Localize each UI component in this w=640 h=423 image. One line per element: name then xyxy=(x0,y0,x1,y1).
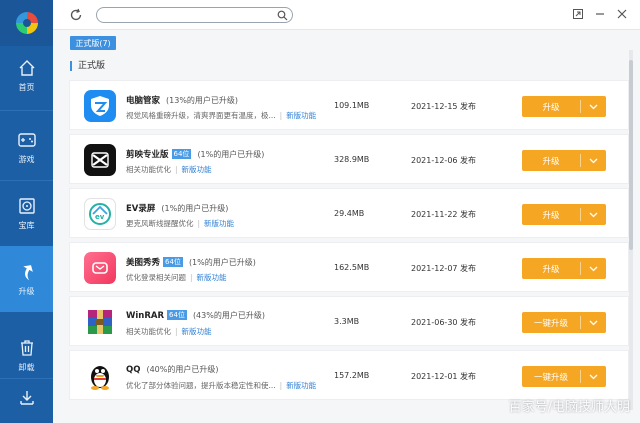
upgrade-button[interactable]: 升级 xyxy=(522,204,606,225)
upgrade-arrow-icon xyxy=(17,262,37,282)
app-description: 优化了部分体验问题，提升版本稳定性和使... xyxy=(126,381,276,390)
list-item: 剪映专业版 64位 (1%的用户已升级) 相关功能优化 | 新版功能 328.9MB 2… xyxy=(69,134,629,184)
upgrade-button[interactable]: 升级 xyxy=(522,96,606,117)
bitness-badge: 64位 xyxy=(167,310,187,320)
app-name: 剪映专业版 xyxy=(126,150,169,160)
sidebar-item-download[interactable] xyxy=(0,378,53,422)
pin-window-icon[interactable] xyxy=(572,8,584,20)
release-date: 2021-12-01 发布 xyxy=(411,372,477,381)
scrollbar[interactable] xyxy=(629,50,633,410)
tab-release[interactable]: 正式版(7) xyxy=(70,36,116,50)
sidebar: 首页 游戏 宝库 升级 卸载 xyxy=(0,0,53,423)
new-features-link[interactable]: 新版功能 xyxy=(286,111,316,120)
section-title: 正式版 xyxy=(70,61,105,71)
app-list: 电脑管家 (13%的用户已升级) 视觉风格重磅升级，清爽界面更有温度，极... | 新… xyxy=(69,80,629,423)
list-item: 美图秀秀 64位 (1%的用户已升级) 优化登录相关问题 | 新版功能 162.5MB … xyxy=(69,242,629,292)
upgrade-button[interactable]: 升级 xyxy=(522,150,606,171)
upgrade-button[interactable]: 升级 xyxy=(522,258,606,279)
app-description: 优化登录相关问题 xyxy=(126,273,186,282)
chevron-down-icon[interactable] xyxy=(581,312,606,333)
sidebar-item-label: 首页 xyxy=(18,82,35,92)
release-date: 2021-12-06 发布 xyxy=(411,156,477,165)
upgrade-ratio: (1%的用户已升级) xyxy=(161,204,229,213)
file-size: 109.1MB xyxy=(334,101,370,110)
app-description: 视觉风格重磅升级，清爽界面更有温度，极... xyxy=(126,111,276,120)
gamepad-icon xyxy=(17,130,37,150)
logo-icon xyxy=(15,12,38,34)
upgrade-ratio: (1%的用户已升级) xyxy=(188,258,256,267)
bitness-badge: 64位 xyxy=(171,149,192,159)
winrar-icon xyxy=(84,306,116,338)
release-date: 2021-12-07 发布 xyxy=(411,264,477,273)
home-icon xyxy=(17,58,37,78)
svg-text:ev: ev xyxy=(95,213,105,221)
list-item: ev EV录屏 (1%的用户已升级) 更克风断线提醒优化 | 新版功能 29.4MB … xyxy=(69,188,629,238)
close-icon[interactable] xyxy=(616,8,628,20)
sidebar-item-label: 宝库 xyxy=(18,220,35,230)
app-name: EV录屏 xyxy=(126,204,156,214)
capcut-icon xyxy=(84,144,116,176)
list-item: 电脑管家 (13%的用户已升级) 视觉风格重磅升级，清爽界面更有温度，极... | 新… xyxy=(69,80,629,130)
qq-penguin-icon xyxy=(84,360,116,392)
chevron-down-icon[interactable] xyxy=(581,96,606,117)
chevron-down-icon[interactable] xyxy=(581,204,606,225)
search-box[interactable] xyxy=(96,7,293,23)
new-features-link[interactable]: 新版功能 xyxy=(182,165,212,174)
watermark-text: 百家号/电脑技师大明 xyxy=(508,400,630,415)
app-name: 美图秀秀 xyxy=(126,258,161,268)
download-icon xyxy=(17,388,37,408)
new-features-link[interactable]: 新版功能 xyxy=(286,381,316,390)
app-name: QQ xyxy=(126,365,141,375)
sidebar-item-label: 游戏 xyxy=(18,154,35,164)
sidebar-item-label: 升级 xyxy=(18,286,35,296)
refresh-icon[interactable] xyxy=(69,8,83,22)
upgrade-ratio: (13%的用户已升级) xyxy=(166,96,239,105)
sidebar-item-upgrade[interactable]: 升级 xyxy=(0,246,53,312)
release-date: 2021-11-22 发布 xyxy=(411,210,477,219)
top-bar xyxy=(53,0,640,30)
scroll-thumb[interactable] xyxy=(629,60,633,250)
app-logo xyxy=(0,0,53,46)
ev-recorder-icon: ev xyxy=(84,198,116,230)
app-name: WinRAR xyxy=(126,311,165,321)
sidebar-item-library[interactable]: 宝库 xyxy=(0,186,53,240)
chevron-down-icon[interactable] xyxy=(581,258,606,279)
disc-icon xyxy=(17,196,37,216)
trash-icon xyxy=(17,338,37,358)
app-description: 相关功能优化 xyxy=(126,327,171,336)
meitu-icon xyxy=(84,252,116,284)
app-name: 电脑管家 xyxy=(126,96,161,106)
file-size: 29.4MB xyxy=(334,209,365,218)
sidebar-item-label: 卸载 xyxy=(18,362,35,372)
release-date: 2021-06-30 发布 xyxy=(411,318,477,327)
bitness-badge: 64位 xyxy=(163,257,183,267)
minimize-icon[interactable] xyxy=(594,8,606,20)
sidebar-item-games[interactable]: 游戏 xyxy=(0,120,53,174)
file-size: 3.3MB xyxy=(334,317,360,326)
upgrade-ratio: (1%的用户已升级) xyxy=(197,150,265,159)
release-date: 2021-12-15 发布 xyxy=(411,102,477,111)
one-click-upgrade-button[interactable]: 一键升级 xyxy=(522,312,606,333)
app-description: 更克风断线提醒优化 xyxy=(126,219,194,228)
new-features-link[interactable]: 新版功能 xyxy=(204,219,234,228)
sidebar-item-uninstall[interactable]: 卸载 xyxy=(0,328,53,382)
search-icon[interactable] xyxy=(277,10,288,21)
upgrade-ratio: (43%的用户已升级) xyxy=(192,311,265,320)
sidebar-item-home[interactable]: 首页 xyxy=(0,48,53,102)
search-input[interactable] xyxy=(103,9,273,21)
file-size: 162.5MB xyxy=(334,263,370,272)
list-item: QQ (40%的用户已升级) 优化了部分体验问题，提升版本稳定性和使... | 新版功… xyxy=(69,350,629,400)
one-click-upgrade-button[interactable]: 一键升级 xyxy=(522,366,606,387)
tencent-pc-manager-icon xyxy=(84,90,116,122)
new-features-link[interactable]: 新版功能 xyxy=(197,273,227,282)
list-item: WinRAR 64位 (43%的用户已升级) 相关功能优化 | 新版功能 3.3MB 2… xyxy=(69,296,629,346)
app-description: 相关功能优化 xyxy=(126,165,171,174)
chevron-down-icon[interactable] xyxy=(581,150,606,171)
file-size: 328.9MB xyxy=(334,155,370,164)
chevron-down-icon[interactable] xyxy=(581,366,606,387)
file-size: 157.2MB xyxy=(334,371,370,380)
upgrade-ratio: (40%的用户已升级) xyxy=(146,365,219,374)
new-features-link[interactable]: 新版功能 xyxy=(182,327,212,336)
